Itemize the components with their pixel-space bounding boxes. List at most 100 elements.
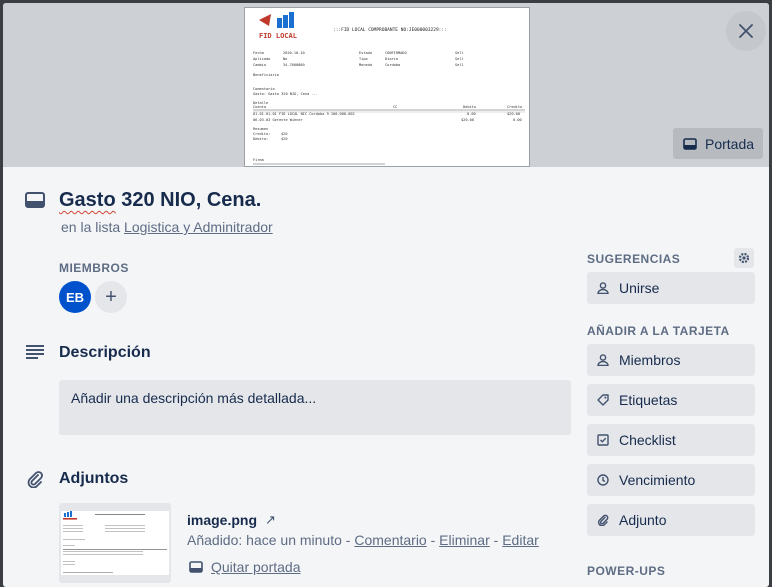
attachment-button[interactable]: Adjunto xyxy=(587,504,755,536)
svg-text:Cambio: Cambio xyxy=(253,63,266,67)
attachment-name[interactable]: image.png xyxy=(187,512,257,528)
meta-separator: - xyxy=(489,532,503,548)
checklist-button[interactable]: Checklist xyxy=(587,424,755,456)
card-detail-modal: FID LOCAL :::FID LOCAL COMPROBANTE NO:JE… xyxy=(3,3,769,587)
svg-text:Sell: Sell xyxy=(455,57,464,61)
cover-image[interactable]: FID LOCAL :::FID LOCAL COMPROBANTE NO:JE… xyxy=(244,7,530,167)
svg-text:Beneficiario: Beneficiario xyxy=(253,73,279,77)
svg-text:No: No xyxy=(283,57,287,61)
voucher-document: FID LOCAL :::FID LOCAL COMPROBANTE NO:JE… xyxy=(253,12,525,165)
svg-text:Gasto: Gasto 320 NIO, Cena ...: Gasto: Gasto 320 NIO, Cena ... xyxy=(253,92,318,96)
svg-text:Sell: Sell xyxy=(455,51,464,55)
suggestions-settings-button[interactable] xyxy=(734,248,754,268)
delete-link[interactable]: Eliminar xyxy=(439,532,490,548)
gear-icon xyxy=(738,252,750,264)
svg-text:Comentario: Comentario xyxy=(253,87,275,91)
due-date-button[interactable]: Vencimiento xyxy=(587,464,755,496)
attachment-added-text: Añadido: hace un minuto xyxy=(187,532,342,548)
svg-text:Debito: Debito xyxy=(463,105,476,109)
powerups-label: POWER-UPS xyxy=(587,564,666,578)
attachment-preview xyxy=(61,511,169,575)
members-button-label: Miembros xyxy=(619,352,681,368)
add-member-button[interactable]: + xyxy=(95,281,127,313)
svg-text:$20.00: $20.00 xyxy=(461,118,474,122)
svg-text:0.00: 0.00 xyxy=(467,112,476,116)
svg-text:Estado: Estado xyxy=(359,51,372,55)
card-title[interactable]: Gasto 320 NIO, Cena. xyxy=(59,189,261,212)
svg-text:06-03-03 Gerente Wiener: 06-03-03 Gerente Wiener xyxy=(253,118,304,122)
card-cover-icon xyxy=(189,561,203,573)
card-cover-icon xyxy=(683,137,697,150)
svg-text:Diario: Diario xyxy=(385,57,398,61)
svg-text:Credito: Credito xyxy=(507,105,522,109)
brand-logo: FID LOCAL xyxy=(259,12,297,40)
svg-text:Firma: Firma xyxy=(253,158,264,162)
svg-text:Sell: Sell xyxy=(455,63,464,67)
suggestions-label: SUGERENCIAS xyxy=(587,252,681,266)
paperclip-icon xyxy=(27,471,43,488)
in-list-text: en la lista Logistica y Adminitrador xyxy=(61,219,273,235)
due-date-button-label: Vencimiento xyxy=(619,472,696,488)
add-to-card-label: AÑADIR A LA TARJETA xyxy=(587,324,730,338)
svg-text:2020-10-10: 2020-10-10 xyxy=(283,51,305,55)
join-button-label: Unirse xyxy=(619,280,660,296)
checklist-button-label: Checklist xyxy=(619,432,676,448)
labels-button-label: Etiquetas xyxy=(619,392,678,408)
attachment-button-label: Adjunto xyxy=(619,512,667,528)
person-icon xyxy=(597,354,609,366)
clock-icon xyxy=(597,474,609,486)
members-button[interactable]: Miembros xyxy=(587,344,755,376)
open-external-icon[interactable]: ↗ xyxy=(265,512,276,528)
description-title: Descripción xyxy=(59,344,151,361)
svg-text:CC: CC xyxy=(393,105,397,109)
svg-text:$20.00: $20.00 xyxy=(507,112,520,116)
close-icon xyxy=(739,24,753,38)
svg-text:01-01-01-01 FID LOCAL NIC Cord: 01-01-01-01 FID LOCAL NIC Cordoba 9 100-… xyxy=(253,112,355,116)
remove-cover-row: Quitar portada xyxy=(189,559,301,575)
svg-text:$20: $20 xyxy=(281,132,288,136)
avatar[interactable]: EB xyxy=(59,281,91,313)
svg-text:Tipo: Tipo xyxy=(359,57,368,61)
cover-button[interactable]: Portada xyxy=(673,128,763,159)
voucher-heading: :::FID LOCAL COMPROBANTE NO:JE000003229:… xyxy=(333,27,447,33)
join-button[interactable]: Unirse xyxy=(587,272,755,304)
svg-text:Credito:: Credito: xyxy=(253,132,270,136)
svg-text:34.7600000: 34.7600000 xyxy=(283,63,305,67)
cover-button-label: Portada xyxy=(705,135,755,152)
attachment-meta: Añadido: hace un minuto - Comentario - E… xyxy=(187,532,539,548)
svg-text:Fecha: Fecha xyxy=(253,51,264,55)
members-label: MIEMBROS xyxy=(59,261,129,275)
checklist-icon xyxy=(597,434,609,446)
svg-text:Resumen: Resumen xyxy=(253,127,268,131)
comment-link[interactable]: Comentario xyxy=(354,532,426,548)
tag-icon xyxy=(597,394,609,406)
svg-text:Cordoba: Cordoba xyxy=(385,63,400,67)
brand-text: FID LOCAL xyxy=(259,32,297,40)
card-icon xyxy=(25,192,45,208)
card-title-word: Gasto xyxy=(59,189,116,211)
person-icon xyxy=(597,282,609,294)
in-list-prefix: en la lista xyxy=(61,219,125,235)
remove-cover-link[interactable]: Quitar portada xyxy=(211,559,301,575)
card-title-rest: 320 NIO, Cena. xyxy=(115,189,262,211)
list-name-link[interactable]: Logistica y Adminitrador xyxy=(124,219,273,235)
meta-separator: - xyxy=(426,532,440,548)
plus-icon: + xyxy=(105,285,117,308)
svg-text:CONFIRMADO: CONFIRMADO xyxy=(385,51,407,55)
svg-text:0.00: 0.00 xyxy=(513,118,522,122)
svg-text:Aplicado: Aplicado xyxy=(253,57,270,61)
attachment-thumbnail[interactable] xyxy=(59,503,171,583)
edit-link[interactable]: Editar xyxy=(502,532,539,548)
attachments-title: Adjuntos xyxy=(59,470,129,487)
description-icon xyxy=(26,345,44,359)
close-button[interactable] xyxy=(726,11,766,51)
svg-text:Moneda: Moneda xyxy=(359,63,372,67)
description-input[interactable]: Añadir una descripción más detallada... xyxy=(59,380,571,435)
thumbnail-document xyxy=(63,511,167,573)
svg-text:$20: $20 xyxy=(281,137,288,141)
card-cover: FID LOCAL :::FID LOCAL COMPROBANTE NO:JE… xyxy=(3,3,769,167)
labels-button[interactable]: Etiquetas xyxy=(587,384,755,416)
svg-text:Debito:: Debito: xyxy=(253,137,268,141)
meta-separator: - xyxy=(341,532,355,548)
paperclip-icon xyxy=(597,514,609,526)
